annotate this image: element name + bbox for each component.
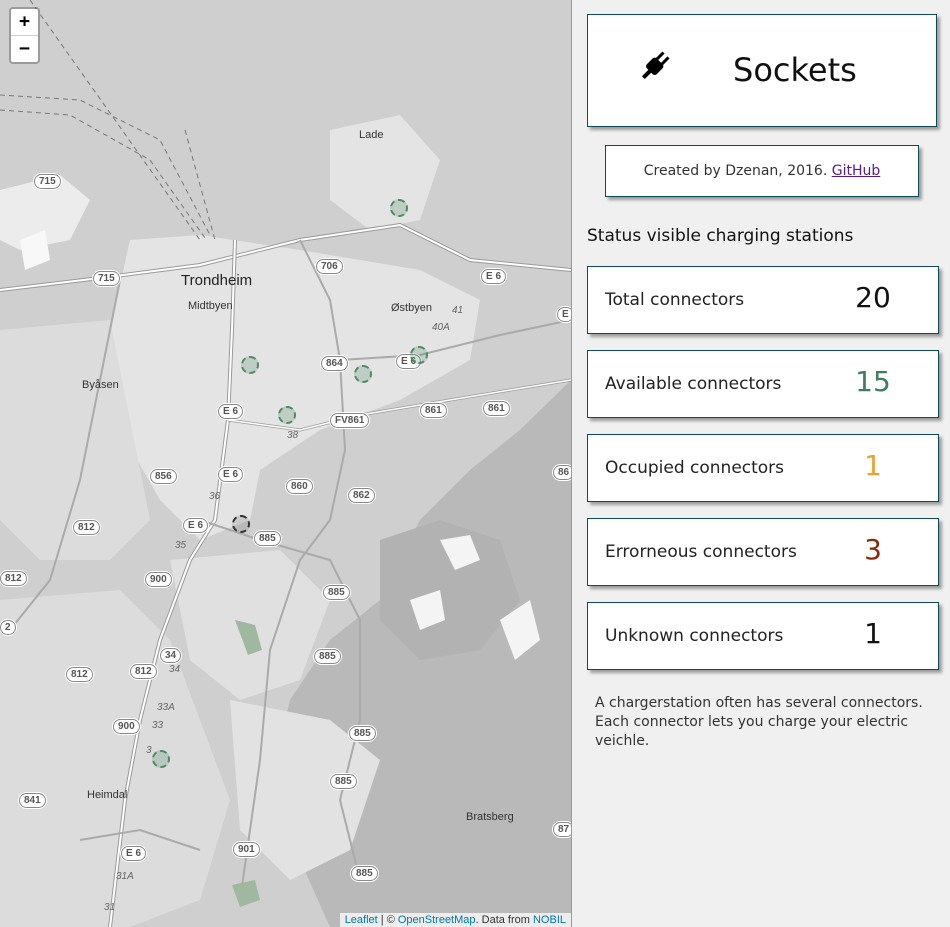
road-shield: 901 [233, 842, 260, 857]
road-shield: E 6 [218, 467, 244, 482]
road-shield: 900 [113, 719, 140, 734]
github-link[interactable]: GitHub [832, 163, 881, 179]
station-marker-available[interactable] [390, 199, 408, 217]
road-shield: E 6 [481, 269, 507, 284]
credit-text: Created by Dzenan, 2016. [643, 163, 832, 179]
road-shield: E 6 [218, 404, 244, 419]
road-shield: 715 [34, 174, 61, 189]
road-number: 41 [452, 305, 464, 316]
credit-card: Created by Dzenan, 2016. GitHub [605, 145, 919, 197]
stat-label: Unknown connectors [605, 626, 784, 646]
place-label-bratsberg: Bratsberg [466, 811, 514, 823]
attribution-separator: | © [377, 914, 398, 926]
leaflet-link[interactable]: Leaflet [345, 914, 378, 926]
road-shield: 812 [130, 664, 157, 679]
stat-unknown-connectors: Unknown connectors 1 [587, 602, 939, 670]
place-label-midtbyen: Midtbyen [188, 300, 233, 312]
road-number: 33A [157, 702, 175, 713]
stat-label: Occupied connectors [605, 458, 785, 478]
zoom-in-button[interactable]: + [11, 9, 38, 35]
app-title: Sockets [733, 51, 857, 89]
station-marker-available[interactable] [152, 750, 170, 768]
road-number: 36 [209, 491, 221, 502]
openstreetmap-link[interactable]: OpenStreetMap [398, 914, 476, 926]
road-number: 35 [175, 540, 187, 551]
stat-label: Total connectors [605, 290, 745, 310]
road-number: 33 [152, 720, 164, 731]
road-shield: 860 [286, 479, 313, 494]
road-shield: 885 [323, 585, 350, 600]
map[interactable]: Lade Trondheim Midtbyen Østbyen Byåsen H… [0, 0, 572, 927]
road-shield: 87 [553, 822, 571, 837]
stat-label: Errorneous connectors [605, 542, 797, 562]
road-shield: 861 [483, 401, 510, 416]
road-shield: 862 [348, 488, 375, 503]
plug-icon [641, 51, 670, 80]
road-shield: 812 [0, 571, 27, 586]
road-shield: E 6 [183, 518, 209, 533]
station-marker-error[interactable] [232, 515, 250, 533]
road-shield: 34 [160, 648, 182, 663]
road-shield: 715 [93, 271, 120, 286]
road-shield: 885 [314, 649, 341, 664]
stat-value: 3 [864, 533, 882, 566]
map-tiles [0, 0, 571, 927]
app-root: Lade Trondheim Midtbyen Østbyen Byåsen H… [0, 0, 950, 927]
zoom-control: + − [9, 7, 40, 64]
stat-total-connectors: Total connectors 20 [587, 266, 939, 334]
road-number: 3 [146, 745, 152, 756]
road-number: 40A [432, 322, 450, 333]
road-shield: E [557, 307, 571, 322]
place-label-ostbyen: Østbyen [391, 302, 432, 314]
title-card: Sockets [587, 14, 937, 127]
road-shield: 885 [330, 774, 357, 789]
stat-value: 15 [855, 365, 891, 398]
road-number: 34 [169, 664, 181, 675]
road-shield: 864 [321, 356, 348, 371]
info-note: A chargerstation often has several conne… [595, 695, 923, 749]
station-marker-available[interactable] [278, 406, 296, 424]
road-shield: 885 [254, 531, 281, 546]
road-shield: 885 [349, 726, 376, 741]
road-shield: 86 [553, 465, 571, 480]
road-shield: FV861 [330, 413, 370, 428]
stat-erroneous-connectors: Errorneous connectors 3 [587, 518, 939, 586]
road-shield: 812 [66, 667, 93, 682]
stat-occupied-connectors: Occupied connectors 1 [587, 434, 939, 502]
road-shield: 900 [145, 572, 172, 587]
road-number: 38 [287, 430, 299, 441]
place-label-byasen: Byåsen [82, 379, 119, 391]
sidebar: Sockets Created by Dzenan, 2016. GitHub … [572, 0, 950, 927]
nobil-link[interactable]: NOBIL [533, 914, 566, 926]
zoom-out-button[interactable]: − [11, 35, 38, 62]
attribution-data-from: . Data from [475, 914, 533, 926]
road-shield: 2 [0, 620, 16, 635]
stat-available-connectors: Available connectors 15 [587, 350, 939, 418]
road-shield: 861 [420, 403, 447, 418]
stat-value: 1 [864, 617, 882, 650]
place-label-trondheim: Trondheim [181, 272, 253, 289]
road-shield: 812 [73, 520, 100, 535]
road-number: 31A [116, 871, 134, 882]
place-label-lade: Lade [359, 129, 384, 141]
road-shield: 706 [316, 259, 343, 274]
road-shield: 856 [150, 469, 177, 484]
station-marker-available[interactable] [354, 365, 372, 383]
stat-label: Available connectors [605, 374, 782, 394]
map-attribution: Leaflet | © OpenStreetMap. Data from NOB… [339, 913, 571, 927]
status-heading: Status visible charging stations [587, 226, 854, 246]
station-marker-available[interactable] [241, 356, 259, 374]
road-number: 31 [104, 902, 116, 913]
road-shield: 885 [351, 866, 378, 881]
station-marker-available[interactable] [410, 346, 428, 364]
place-label-heimdal: Heimdal [87, 789, 128, 801]
stat-value: 1 [864, 449, 882, 482]
road-shield: 841 [19, 793, 46, 808]
road-shield: E 6 [121, 846, 147, 861]
stat-value: 20 [855, 281, 891, 314]
